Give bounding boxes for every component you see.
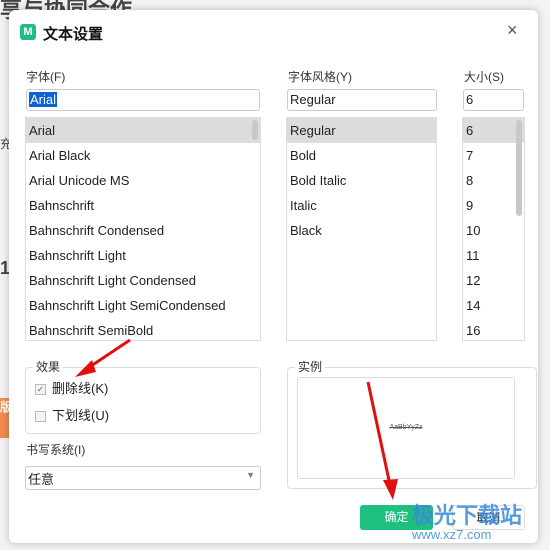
annotation-arrows	[75, 338, 398, 500]
watermark-logo: 极光下载站	[412, 503, 523, 528]
watermark-url: www.xz7.com	[412, 527, 492, 542]
red-arrow-icon	[366, 381, 398, 500]
red-arrow-icon	[75, 338, 131, 377]
